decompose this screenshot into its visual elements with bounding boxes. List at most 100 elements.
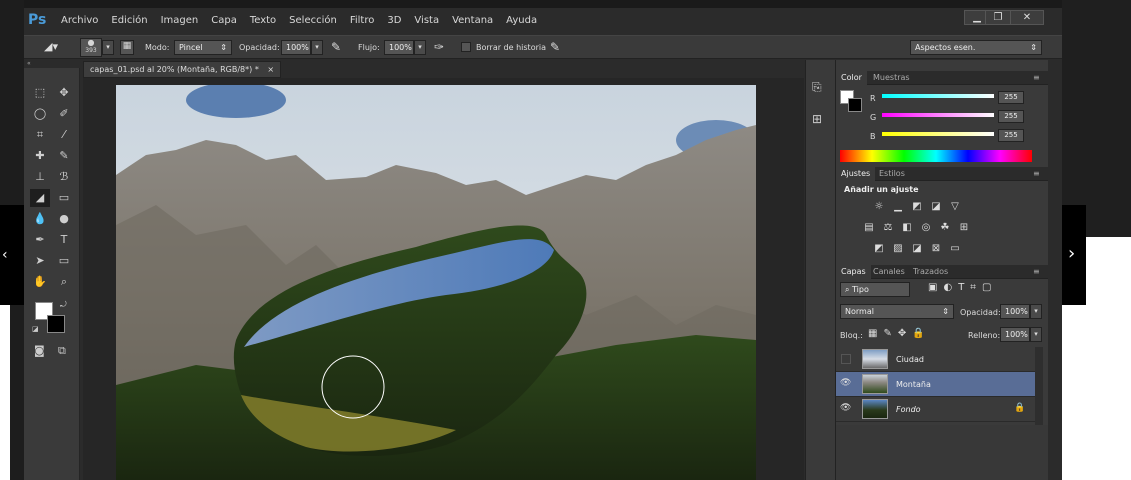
filter-smart-icon[interactable]: ▢ [982,282,991,293]
layer-row-fondo[interactable]: 👁 Fondo 🔒 [836,397,1035,422]
flow-dropdown[interactable]: ▾ [414,40,426,55]
eraser-preset-icon[interactable]: ◢▾ [44,40,66,55]
shape-tool-icon[interactable]: ▭ [54,252,74,270]
brightness-icon[interactable]: ☼ [872,201,886,213]
hand-tool-icon[interactable]: ✋ [30,273,50,291]
vibrance-icon[interactable]: ▽ [948,201,962,213]
layer-row-montana[interactable]: 👁 Montaña [836,372,1035,397]
history-checkbox[interactable] [461,42,471,52]
threshold-icon[interactable]: ◪ [910,243,924,255]
tab-swatches[interactable]: Muestras [868,71,915,85]
properties-panel-icon[interactable]: ⊞ [812,112,822,126]
menu-capa[interactable]: Capa [211,15,237,26]
fill-input[interactable]: 100% [1000,327,1030,342]
next-arrow-icon[interactable]: › [1068,243,1075,264]
selective-color-icon[interactable]: ⊠ [929,243,943,255]
channel-b-value[interactable]: 255 [998,129,1024,142]
toolbox-collapse-icon[interactable]: « [24,60,80,68]
channel-g-value[interactable]: 255 [998,110,1024,123]
color-bg-swatch[interactable] [848,98,862,112]
color-spectrum-bar[interactable] [840,150,1032,162]
layers-scrollbar[interactable] [1035,347,1043,425]
menu-imagen[interactable]: Imagen [161,15,199,26]
pen-tool-icon[interactable]: ✒ [30,231,50,249]
color-panel-menu-icon[interactable]: ≡ [1033,73,1040,82]
channel-r-value[interactable]: 255 [998,91,1024,104]
canvas-area[interactable] [83,78,804,480]
pressure-size-icon[interactable]: ✎ [550,40,560,54]
opacity-input[interactable]: 100% [281,40,311,55]
menu-texto[interactable]: Texto [250,15,276,26]
viewer-next-strip[interactable]: › [1062,205,1086,305]
stamp-tool-icon[interactable]: ⊥ [30,168,50,186]
curves-icon[interactable]: ◩ [910,201,924,213]
menu-archivo[interactable]: Archivo [61,15,98,26]
visibility-toggle-off[interactable] [841,354,851,364]
layer-name-ciudad[interactable]: Ciudad [896,355,924,364]
layer-filter-select[interactable]: ⌕ Tipo [840,282,910,297]
filter-type-icon[interactable]: T [958,282,964,293]
layer-row-ciudad[interactable]: Ciudad [836,347,1035,372]
eye-icon[interactable]: 👁 [840,403,852,415]
color-balance-icon[interactable]: ⚖ [881,222,895,234]
close-button[interactable]: ✕ [1010,10,1044,25]
brush-tool-icon[interactable]: ✎ [54,147,74,165]
screen-mode-icon[interactable]: ⧉ [58,344,66,358]
menu-vista[interactable]: Vista [414,15,439,26]
blur-tool-icon[interactable]: 💧 [30,210,50,228]
quick-select-tool-icon[interactable]: ✐ [54,105,74,123]
move-tool-icon[interactable]: ✥ [54,84,74,102]
healing-tool-icon[interactable]: ✚ [30,147,50,165]
pressure-opacity-icon[interactable]: ✎ [331,40,341,54]
zoom-tool-icon[interactable]: ⌕ [54,273,74,291]
brush-size-dropdown[interactable]: ▾ [102,40,114,55]
filter-shape-icon[interactable]: ⌗ [970,282,976,293]
lasso-tool-icon[interactable]: ◯ [30,105,50,123]
mode-select[interactable]: Pincel ⇕ [174,40,232,55]
channel-b-slider[interactable] [882,132,994,136]
prev-arrow-icon[interactable]: ‹ [2,247,8,263]
lock-transparent-icon[interactable]: ▦ [868,328,877,339]
posterize-icon[interactable]: ▨ [891,243,905,255]
layer-opacity-dropdown[interactable]: ▾ [1030,304,1042,319]
tab-color[interactable]: Color [836,71,867,85]
tab-channels[interactable]: Canales [868,265,910,279]
invert-icon[interactable]: ◩ [872,243,886,255]
menu-ventana[interactable]: Ventana [452,15,493,26]
path-select-tool-icon[interactable]: ➤ [30,252,50,270]
viewer-prev-strip[interactable]: ‹ [0,205,24,305]
exposure-icon[interactable]: ◪ [929,201,943,213]
layers-panel-menu-icon[interactable]: ≡ [1033,267,1040,276]
photo-filter-icon[interactable]: ◎ [919,222,933,234]
quick-mask-icon[interactable]: ◙ [34,344,45,357]
lock-brush-icon[interactable]: ✎ [883,328,891,339]
layer-name-fondo[interactable]: Fondo [896,405,921,414]
crop-tool-icon[interactable]: ⌗ [30,126,50,144]
tab-adjustments[interactable]: Ajustes [836,167,876,181]
airbrush-icon[interactable]: ✑ [434,40,444,54]
document-image[interactable] [116,85,756,480]
background-color-swatch[interactable] [47,315,65,333]
history-panel-icon[interactable]: ⎘ [812,80,822,95]
restore-button[interactable]: ❐ [985,10,1011,25]
eye-icon[interactable]: 👁 [840,378,852,390]
adjust-panel-menu-icon[interactable]: ≡ [1033,169,1040,178]
tab-close-icon[interactable]: × [267,65,274,74]
tab-styles[interactable]: Estilos [874,167,910,181]
opacity-dropdown[interactable]: ▾ [311,40,323,55]
filter-adjust-icon[interactable]: ◐ [943,282,952,293]
gradient-tool-icon[interactable]: ▭ [54,189,74,207]
marquee-tool-icon[interactable]: ⬚ [30,84,50,102]
eyedropper-tool-icon[interactable]: ⁄ [54,126,74,144]
tab-layers[interactable]: Capas [836,265,871,279]
menu-seleccion[interactable]: Selección [289,15,337,26]
menu-filtro[interactable]: Filtro [350,15,375,26]
layer-opacity-input[interactable]: 100% [1000,304,1030,319]
gradient-map-icon[interactable]: ▭ [948,243,962,255]
hue-saturation-icon[interactable]: ▤ [862,222,876,234]
brush-size-picker[interactable]: ● 393 [80,38,102,57]
default-colors-icon[interactable]: ◪ [32,325,39,333]
eraser-tool-icon[interactable]: ◢ [30,189,50,207]
lock-all-icon[interactable]: 🔒 [912,328,924,339]
document-tab[interactable]: capas_01.psd al 20% (Montaña, RGB/8*) * … [83,61,282,78]
